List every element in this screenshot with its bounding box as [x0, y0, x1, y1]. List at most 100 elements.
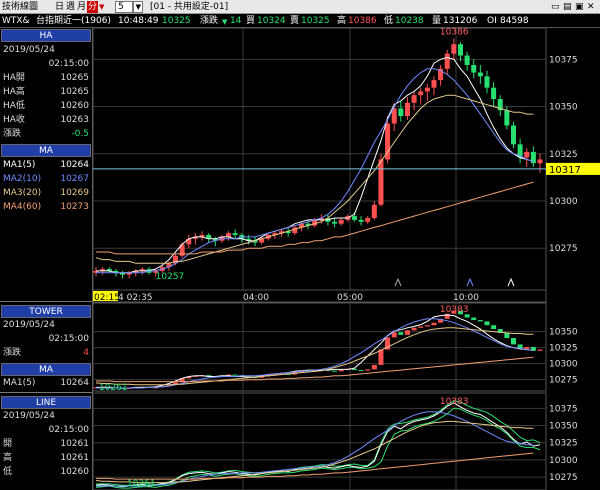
tower-bar [351, 368, 357, 371]
tower-bar [471, 317, 477, 321]
candle-body [424, 87, 430, 92]
candle-body [491, 87, 497, 99]
candle-body [471, 65, 477, 73]
candle-body [537, 159, 543, 164]
tower-bar [424, 325, 430, 327]
y-tick-label: 10325 [549, 439, 578, 449]
candle-body [358, 219, 364, 222]
candle-body [477, 72, 483, 77]
tower-bar [510, 338, 516, 345]
main-chart-grid [93, 28, 546, 290]
y-tick-label: 10300 [549, 360, 578, 370]
candle-body [510, 125, 516, 145]
y-tick-label: 10375 [549, 55, 578, 65]
signal-triangle-icon [394, 277, 402, 287]
y-tick-label: 10350 [549, 103, 578, 113]
candle-body [226, 233, 232, 237]
time-cursor-label: 02:15 [94, 293, 120, 303]
candle-body [186, 238, 192, 245]
candle-body [338, 219, 344, 224]
candle-body [464, 55, 470, 65]
candle-body [365, 218, 371, 222]
candle-body [484, 76, 490, 88]
line-grid [93, 393, 546, 490]
tower-bar [398, 332, 404, 335]
y-tick-label: 10275 [549, 244, 578, 254]
tower-bar [332, 370, 338, 372]
tower-bar [404, 330, 410, 335]
tower-bar [484, 321, 490, 326]
line-series-4 [95, 420, 534, 484]
candle-body [404, 102, 410, 116]
line-low-label: 10261 [127, 479, 156, 489]
tower-bar [365, 369, 371, 371]
y-tick-label: 10325 [549, 150, 578, 160]
tower-bar [338, 370, 344, 372]
line-chart-frame [92, 392, 547, 490]
tower-bar [431, 322, 437, 326]
high-price-label: 10386 [440, 28, 469, 38]
tower-y-axis: 10275 10300 10325 10350 [549, 328, 578, 386]
tower-bar [537, 349, 543, 351]
candle-body [444, 53, 450, 69]
tower-ma3-line [95, 327, 534, 386]
tower-bar [477, 320, 483, 322]
candle-body [378, 159, 384, 205]
y-tick-label: 10300 [549, 197, 578, 207]
line-y-axis: 10275 10300 10325 10350 10375 [549, 404, 578, 483]
tower-bar [491, 325, 497, 330]
line-high-label: 10383 [440, 397, 469, 407]
candle-body [530, 151, 536, 164]
tower-bar [378, 349, 384, 365]
candle-body [418, 91, 424, 96]
charts-canvas[interactable]: 10275 10300 10325 10350 10375 10317 10386 10… [0, 0, 600, 490]
ha-candles [93, 38, 543, 279]
time-tick: 04:00 [243, 293, 269, 303]
signal-markers [394, 277, 515, 287]
candle-body [411, 95, 417, 103]
candle-body [398, 108, 404, 116]
line-series-1 [95, 407, 541, 489]
y-tick-label: 10350 [549, 422, 578, 432]
signal-triangle-icon [466, 277, 474, 287]
candle-body [332, 221, 338, 224]
candle-body [504, 110, 510, 126]
tower-bar [418, 326, 424, 328]
tower-bar [524, 347, 530, 349]
main-y-axis: 10275 10300 10325 10350 10375 [549, 55, 578, 254]
signal-triangle-icon [507, 277, 515, 287]
y-tick-label: 10375 [549, 404, 578, 414]
tower-high-label: 10383 [440, 305, 469, 315]
tower-bar [411, 327, 417, 331]
tower-bar [358, 370, 364, 372]
tower-ma4-line [96, 356, 534, 383]
tower-grid [93, 303, 546, 391]
tower-bar [232, 374, 238, 376]
line-series [95, 400, 541, 489]
tower-bar [371, 364, 377, 370]
y-tick-label: 10350 [549, 328, 578, 338]
low-price-label: 10257 [156, 272, 185, 282]
y-tick-label: 10300 [549, 456, 578, 466]
tower-bar [504, 332, 510, 339]
candle-body [232, 233, 238, 235]
time-tick: 4 02:35 [118, 293, 153, 303]
candle-body [351, 216, 357, 220]
candle-body [524, 151, 530, 158]
tower-low-label: 10261 [99, 383, 128, 393]
y-tick-label: 10275 [549, 473, 578, 483]
tower-chart-frame [92, 302, 547, 392]
time-tick: 05:00 [337, 293, 363, 303]
main-chart-frame [92, 27, 547, 291]
y-tick-label: 10275 [549, 376, 578, 386]
ma3-line [95, 94, 534, 264]
ma-lines [95, 56, 534, 274]
tower-ma-lines [95, 314, 534, 389]
time-tick: 10:00 [453, 293, 479, 303]
candle-body [431, 80, 437, 88]
y-tick-label: 10325 [549, 344, 578, 354]
candle-body [457, 44, 463, 56]
candle-body [451, 44, 457, 54]
candle-body [371, 204, 377, 218]
current-price-value: 10317 [549, 165, 581, 176]
